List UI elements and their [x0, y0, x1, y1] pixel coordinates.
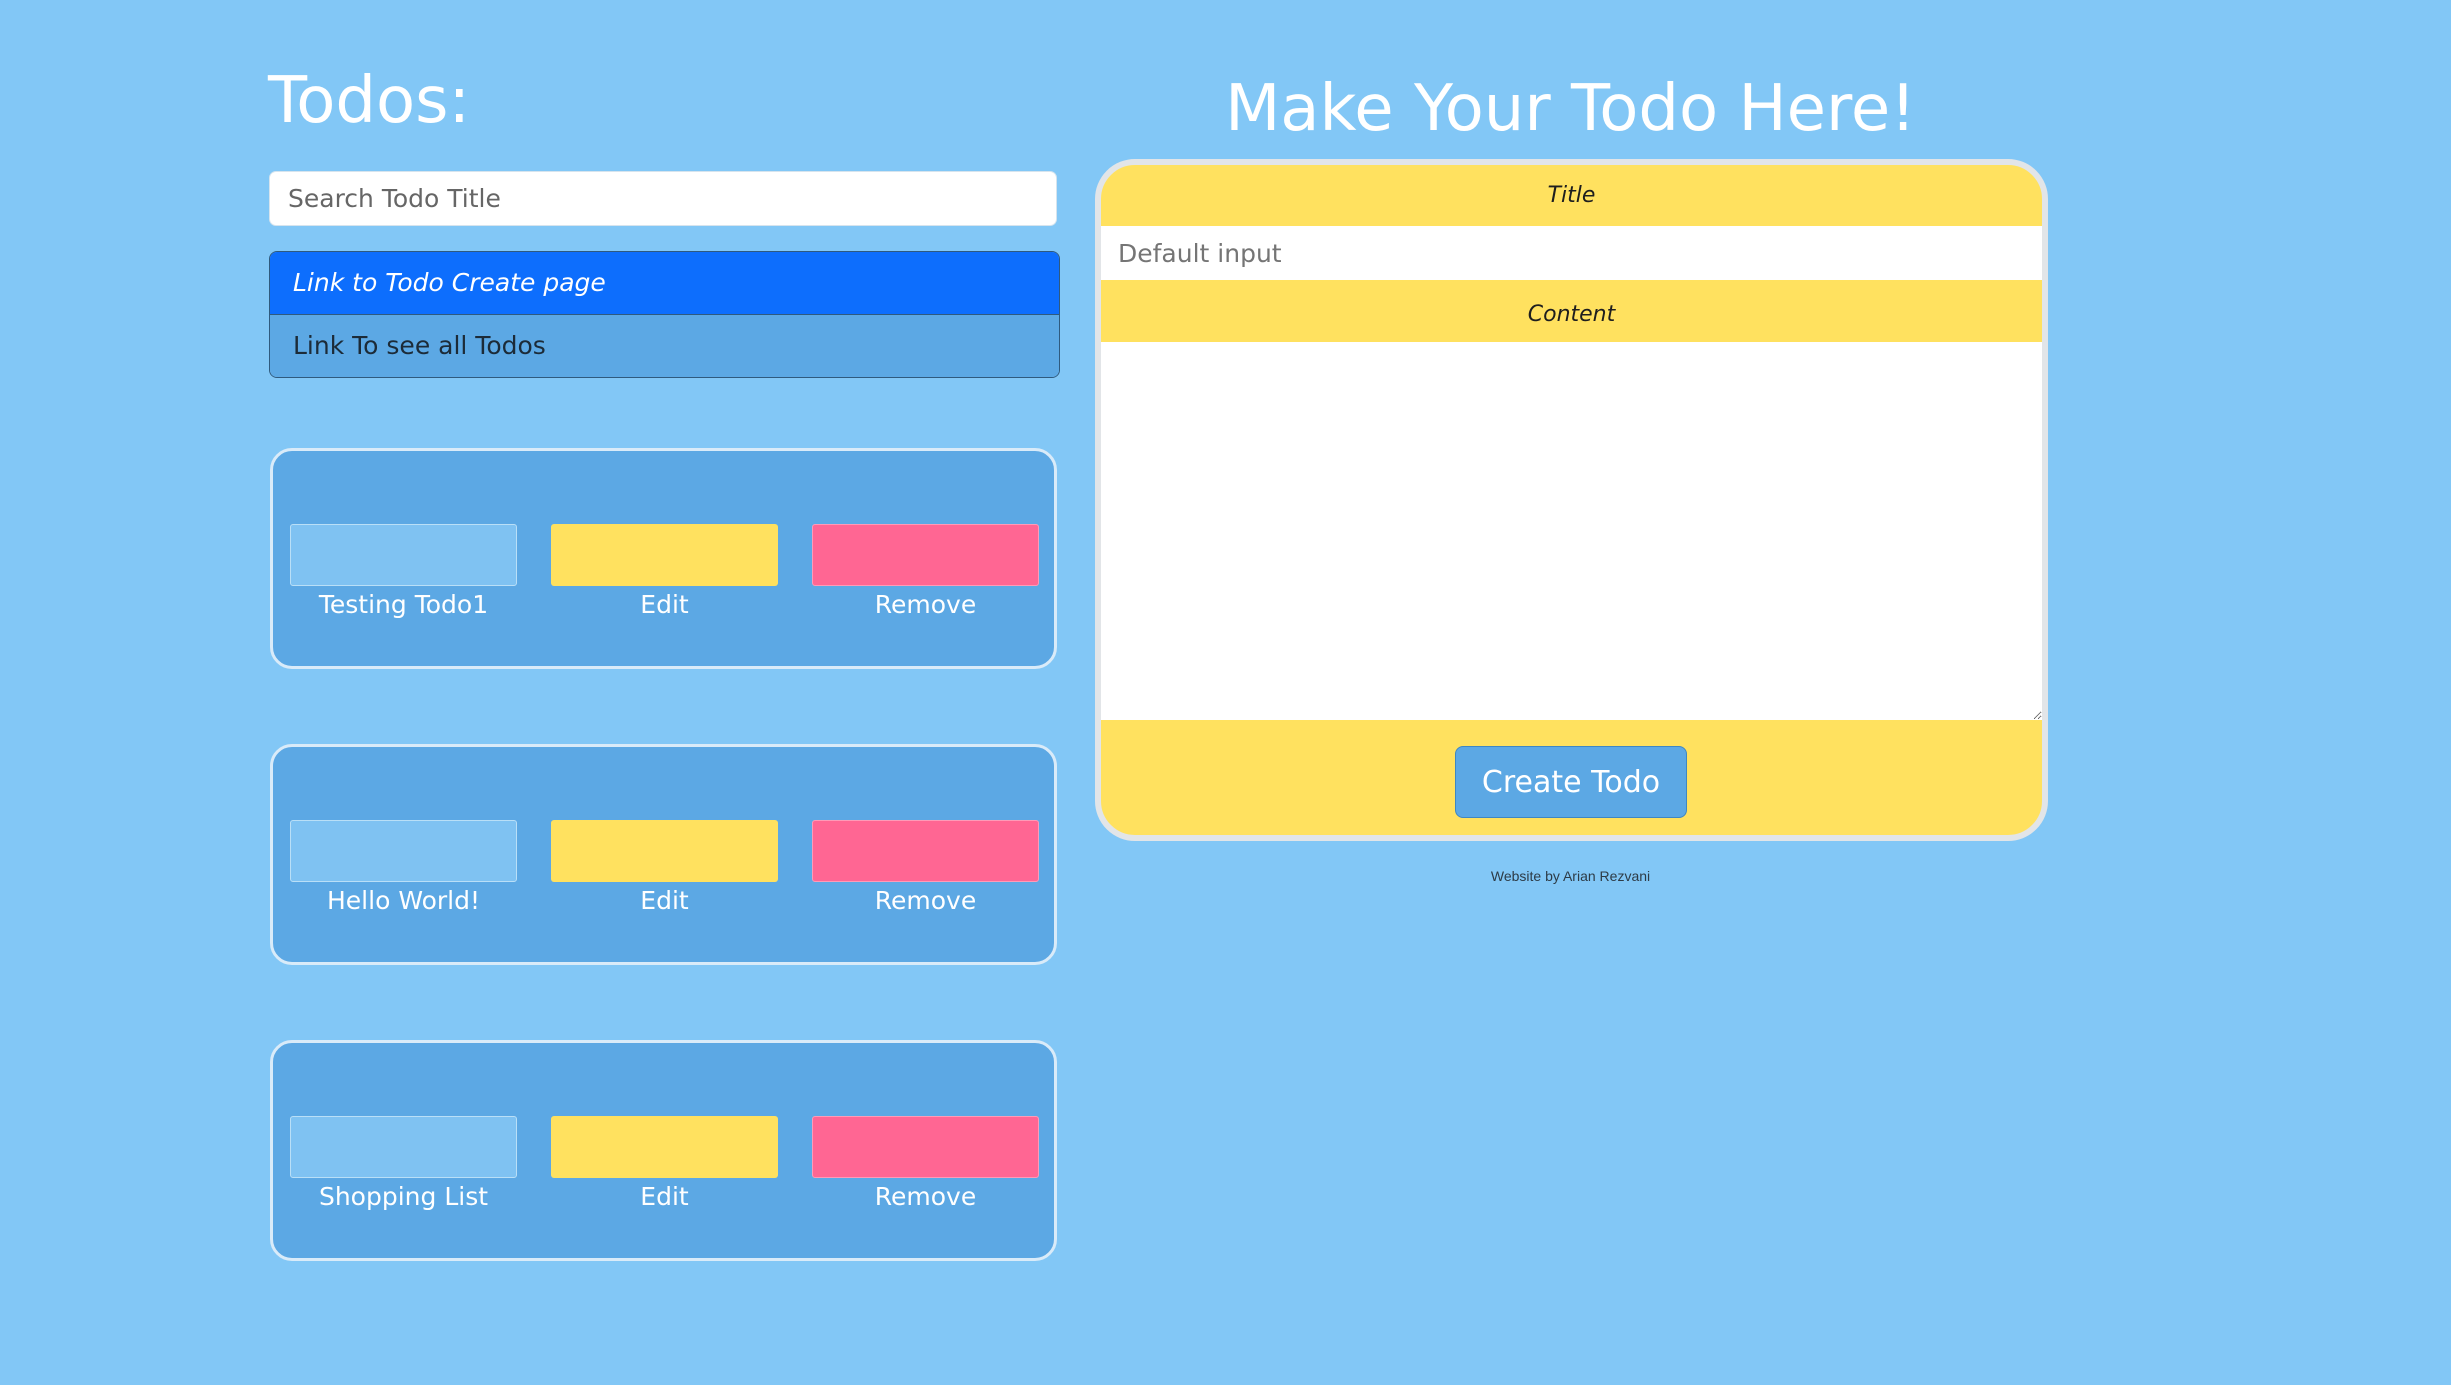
- todo-title: Shopping List: [318, 1182, 489, 1211]
- todo-title-block[interactable]: [290, 1116, 517, 1178]
- title-label: Title: [1547, 183, 1596, 208]
- link-group: Link to Todo Create page Link To see all…: [269, 251, 1060, 378]
- remove-label: Remove: [874, 1182, 977, 1211]
- todo-edit-slot: Edit: [551, 1116, 778, 1214]
- edit-label: Edit: [640, 590, 689, 619]
- remove-button[interactable]: [812, 1116, 1039, 1178]
- todo-card: Testing Todo1 Edit Remove: [270, 448, 1057, 669]
- todo-title-slot: Hello World!: [290, 820, 517, 918]
- edit-button[interactable]: [551, 524, 778, 586]
- todo-title-block[interactable]: [290, 820, 517, 882]
- todo-title-slot: Testing Todo1: [290, 524, 517, 622]
- todo-remove-slot: Remove: [812, 1116, 1039, 1214]
- edit-button[interactable]: [551, 1116, 778, 1178]
- todo-title: Hello World!: [327, 886, 480, 915]
- edit-label: Edit: [640, 886, 689, 915]
- todo-title: Testing Todo1: [318, 590, 489, 619]
- title-input[interactable]: [1101, 226, 2042, 280]
- remove-button[interactable]: [812, 524, 1039, 586]
- todos-heading: Todos:: [268, 64, 471, 138]
- todo-title-slot: Shopping List: [290, 1116, 517, 1214]
- edit-label: Edit: [640, 1182, 689, 1211]
- remove-label: Remove: [874, 590, 977, 619]
- footer-credit: Website by Arian Rezvani: [1490, 868, 1651, 884]
- search-todo-input[interactable]: [269, 171, 1057, 226]
- link-all-todos[interactable]: Link To see all Todos: [270, 314, 1059, 377]
- link-todo-create-page[interactable]: Link to Todo Create page: [270, 252, 1059, 314]
- todo-edit-slot: Edit: [551, 524, 778, 622]
- create-todo-button[interactable]: Create Todo: [1455, 746, 1687, 818]
- edit-button[interactable]: [551, 820, 778, 882]
- todo-remove-slot: Remove: [812, 524, 1039, 622]
- remove-button[interactable]: [812, 820, 1039, 882]
- create-todo-form: Title Content Create Todo: [1095, 159, 2048, 841]
- content-textarea[interactable]: [1101, 342, 2042, 720]
- todo-card: Hello World! Edit Remove: [270, 744, 1057, 965]
- todo-edit-slot: Edit: [551, 820, 778, 918]
- form-heading: Make Your Todo Here!: [1225, 72, 1916, 146]
- remove-label: Remove: [874, 886, 977, 915]
- todo-card: Shopping List Edit Remove: [270, 1040, 1057, 1261]
- todo-remove-slot: Remove: [812, 820, 1039, 918]
- todo-title-block[interactable]: [290, 524, 517, 586]
- content-label: Content: [1527, 302, 1616, 327]
